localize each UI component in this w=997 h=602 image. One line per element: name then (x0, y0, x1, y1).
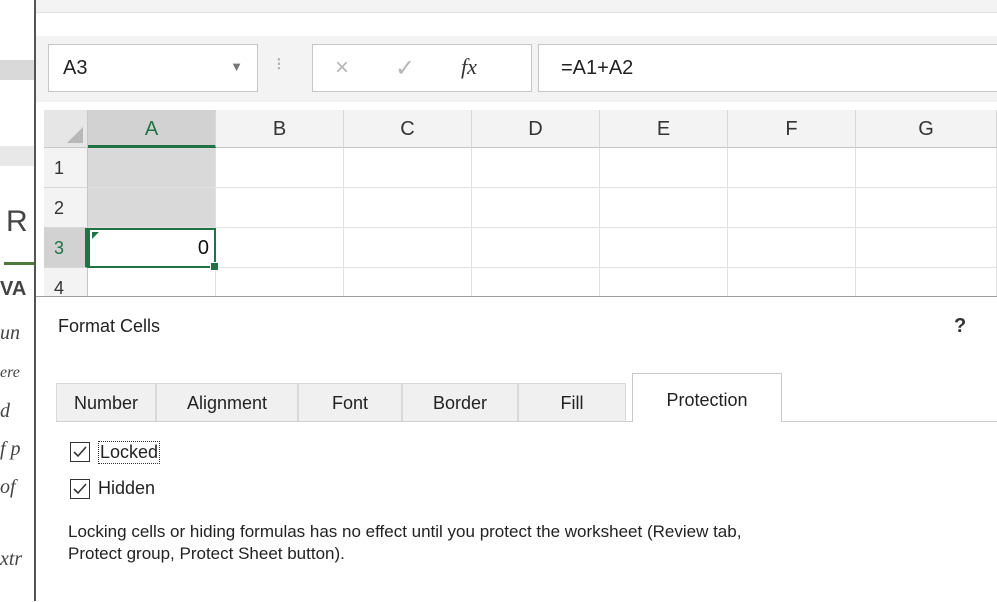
column-header-g[interactable]: G (856, 110, 997, 148)
background-text-fragment: R (6, 205, 28, 238)
cell[interactable] (856, 148, 997, 188)
column-header-f[interactable]: F (728, 110, 856, 148)
background-text-fragment: of (0, 476, 16, 498)
column-header-e[interactable]: E (600, 110, 728, 148)
cell[interactable] (472, 148, 600, 188)
background-document: R VA un ere d f p of xtr (0, 0, 36, 601)
formula-input[interactable]: =A1+A2 (538, 44, 997, 92)
cell[interactable] (728, 148, 856, 188)
tab-border[interactable]: Border (402, 383, 518, 421)
background-ribbon-fragment (0, 146, 36, 166)
excel-window: A3 ▼ ⁝ × ✓ fx =A1+A2 A B C D E F G 1 2 3… (36, 0, 997, 308)
cell[interactable] (344, 188, 472, 228)
tab-font[interactable]: Font (298, 383, 402, 421)
name-box-value: A3 (63, 57, 88, 79)
help-button[interactable]: ? (954, 315, 966, 338)
tab-fill[interactable]: Fill (518, 383, 626, 421)
cell[interactable] (216, 148, 344, 188)
help-text-line: Protect group, Protect Sheet button). (68, 544, 345, 563)
cell[interactable] (600, 188, 728, 228)
format-cells-dialog: Format Cells ? Number Alignment Font Bor… (36, 296, 997, 602)
formula-bar-grip-icon[interactable]: ⁝ (276, 54, 282, 75)
active-cell-border (88, 228, 219, 271)
locked-label[interactable]: Locked (98, 441, 161, 464)
dialog-tabs: Number Alignment Font Border Fill Protec… (56, 373, 997, 422)
formula-bar-buttons: × ✓ fx (312, 44, 532, 92)
background-text-fragment: un (0, 322, 20, 344)
error-indicator-icon[interactable] (92, 232, 99, 239)
row-header-3[interactable]: 3 (44, 228, 88, 268)
column-header-c[interactable]: C (344, 110, 472, 148)
tab-protection[interactable]: Protection (632, 373, 782, 422)
dialog-title: Format Cells (58, 316, 161, 336)
cell-a2[interactable] (88, 188, 216, 228)
protection-help-text: Locking cells or hiding formulas has no … (68, 521, 988, 565)
select-all-button[interactable] (44, 110, 88, 148)
fill-handle[interactable] (210, 262, 219, 271)
insert-function-icon[interactable]: fx (461, 54, 477, 80)
chevron-down-icon[interactable]: ▼ (230, 59, 243, 74)
enter-icon[interactable]: ✓ (395, 54, 415, 83)
background-underline (4, 262, 36, 265)
locked-checkbox[interactable] (70, 442, 90, 462)
cell[interactable] (600, 148, 728, 188)
cell[interactable] (344, 228, 472, 268)
cell[interactable] (216, 228, 344, 268)
hidden-label[interactable]: Hidden (98, 478, 155, 499)
dialog-titlebar[interactable]: Format Cells ? (36, 297, 997, 359)
worksheet-grid: A B C D E F G 1 2 3 4 0 (44, 110, 997, 308)
tab-number[interactable]: Number (56, 383, 156, 421)
cell[interactable] (216, 188, 344, 228)
cell-a1[interactable] (88, 148, 216, 188)
cell[interactable] (344, 148, 472, 188)
formula-bar: A3 ▼ ⁝ × ✓ fx =A1+A2 (36, 36, 997, 102)
column-header-d[interactable]: D (472, 110, 600, 148)
row-header-2[interactable]: 2 (44, 188, 88, 228)
checkmark-icon (73, 446, 87, 458)
column-header-b[interactable]: B (216, 110, 344, 148)
cell[interactable] (472, 228, 600, 268)
ribbon-edge (36, 0, 997, 13)
background-ribbon-fragment (0, 60, 36, 80)
tab-alignment[interactable]: Alignment (156, 383, 298, 421)
cell[interactable] (856, 188, 997, 228)
checkmark-icon (73, 483, 87, 495)
name-box[interactable]: A3 ▼ (48, 44, 258, 92)
cell[interactable] (728, 228, 856, 268)
background-text-fragment: d (0, 400, 10, 422)
background-text-fragment: ere (0, 364, 20, 381)
hidden-checkbox[interactable] (70, 479, 90, 499)
cancel-icon[interactable]: × (335, 54, 349, 82)
cell[interactable] (472, 188, 600, 228)
column-header-a[interactable]: A (88, 110, 216, 148)
row-header-1[interactable]: 1 (44, 148, 88, 188)
background-text-fragment: VA (0, 278, 27, 300)
cell[interactable] (728, 188, 856, 228)
background-text-fragment: xtr (0, 548, 23, 570)
background-text-fragment: f p (0, 438, 21, 460)
cell[interactable] (600, 228, 728, 268)
formula-text: =A1+A2 (561, 57, 634, 79)
cell[interactable] (856, 228, 997, 268)
help-text-line: Locking cells or hiding formulas has no … (68, 522, 742, 541)
